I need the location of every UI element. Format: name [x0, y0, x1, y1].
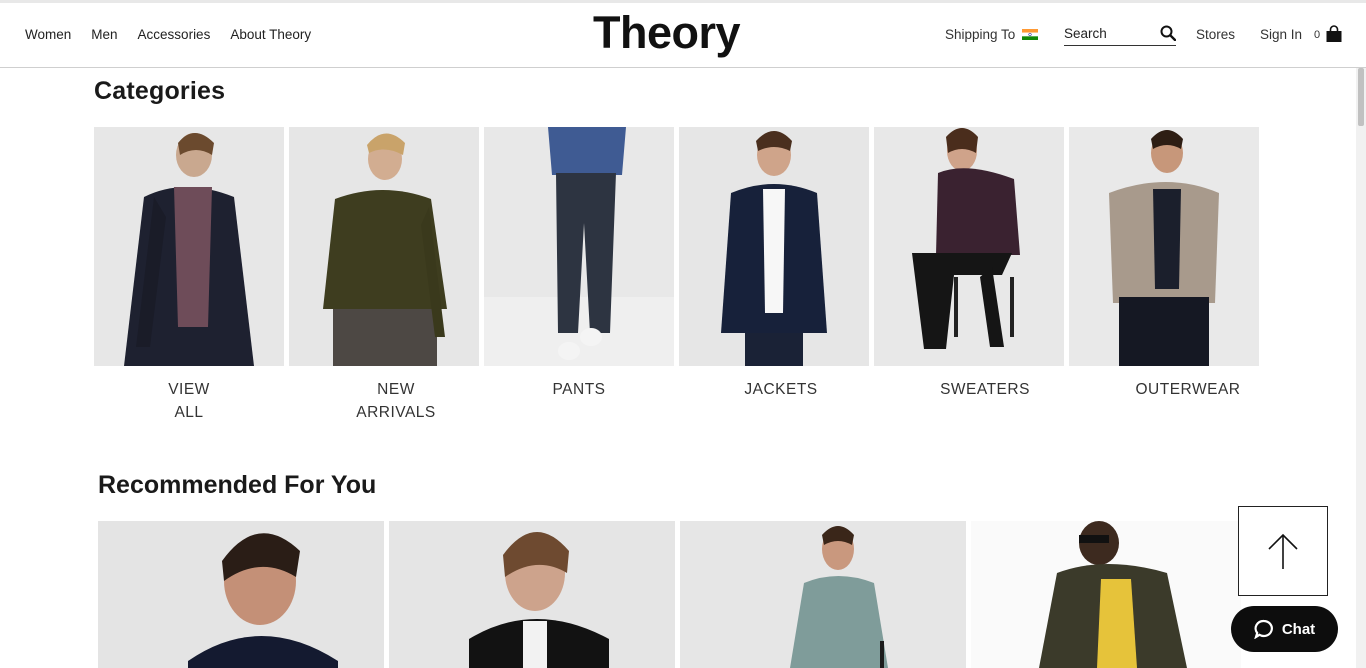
nav-about-theory[interactable]: About Theory: [230, 27, 311, 42]
stores-link[interactable]: Stores: [1196, 27, 1235, 42]
chat-button[interactable]: Chat: [1231, 606, 1338, 652]
category-image-jackets: [679, 127, 869, 366]
product-image-2: [389, 521, 675, 668]
category-label-outerwear[interactable]: OUTERWEAR: [1093, 378, 1283, 401]
site-header: Women Men Accessories About Theory Theor…: [0, 3, 1366, 68]
search-input[interactable]: [1064, 26, 1154, 41]
chat-label: Chat: [1281, 620, 1316, 638]
category-image-pants: [484, 127, 674, 366]
product-image-4: [971, 521, 1241, 668]
chat-bubble-icon: [1254, 619, 1273, 639]
category-label-new-arrivals[interactable]: NEW ARRIVALS: [301, 378, 491, 424]
nav-men[interactable]: Men: [91, 27, 117, 42]
category-label-pants[interactable]: PANTS: [484, 378, 674, 401]
category-tile-pants[interactable]: [484, 127, 674, 366]
nav-accessories[interactable]: Accessories: [138, 27, 211, 42]
category-label-view-all[interactable]: VIEW ALL: [94, 378, 284, 424]
product-card-1[interactable]: [98, 521, 384, 668]
india-flag-icon: [1022, 29, 1039, 40]
product-card-3[interactable]: [680, 521, 966, 668]
category-image-sweaters: [874, 127, 1064, 366]
category-image-outerwear: [1069, 127, 1259, 366]
category-tile-view-all[interactable]: [94, 127, 284, 366]
search-icon[interactable]: [1160, 25, 1176, 41]
category-tile-outerwear[interactable]: [1069, 127, 1259, 366]
label-line: ARRIVALS: [356, 404, 436, 421]
arrow-up-icon: [1268, 533, 1298, 569]
primary-nav: Women Men Accessories About Theory: [25, 27, 311, 42]
page-scrollbar[interactable]: [1356, 68, 1366, 668]
label-line: ALL: [174, 404, 204, 421]
scrollbar-thumb[interactable]: [1358, 68, 1364, 126]
nav-women[interactable]: Women: [25, 27, 71, 42]
product-image-3: [680, 521, 966, 668]
shopping-bag-icon[interactable]: [1325, 25, 1343, 43]
category-tile-jackets[interactable]: [679, 127, 869, 366]
category-image-new-arrivals: [289, 127, 479, 366]
category-label-jackets[interactable]: JACKETS: [686, 378, 876, 401]
search-field[interactable]: [1064, 25, 1176, 46]
sign-in-link[interactable]: Sign In: [1260, 27, 1302, 42]
product-card-4[interactable]: [971, 521, 1241, 668]
shipping-selector[interactable]: Shipping To: [945, 27, 1039, 42]
label-line: PANTS: [552, 381, 606, 398]
recommended-heading: Recommended For You: [98, 471, 377, 499]
category-image-view-all: [94, 127, 284, 366]
product-image-1: [98, 521, 384, 668]
back-to-top-button[interactable]: [1238, 506, 1328, 596]
category-tile-sweaters[interactable]: [874, 127, 1064, 366]
product-card-2[interactable]: [389, 521, 675, 668]
label-line: VIEW: [168, 381, 210, 398]
label-line: JACKETS: [744, 381, 818, 398]
category-label-sweaters[interactable]: SWEATERS: [890, 378, 1080, 401]
category-tile-new-arrivals[interactable]: [289, 127, 479, 366]
categories-heading: Categories: [94, 77, 226, 105]
label-line: SWEATERS: [940, 381, 1030, 398]
shipping-label: Shipping To: [945, 27, 1016, 42]
label-line: NEW: [377, 381, 415, 398]
label-line: OUTERWEAR: [1135, 381, 1241, 398]
site-logo[interactable]: Theory: [593, 7, 741, 59]
bag-count: 0: [1314, 29, 1321, 41]
